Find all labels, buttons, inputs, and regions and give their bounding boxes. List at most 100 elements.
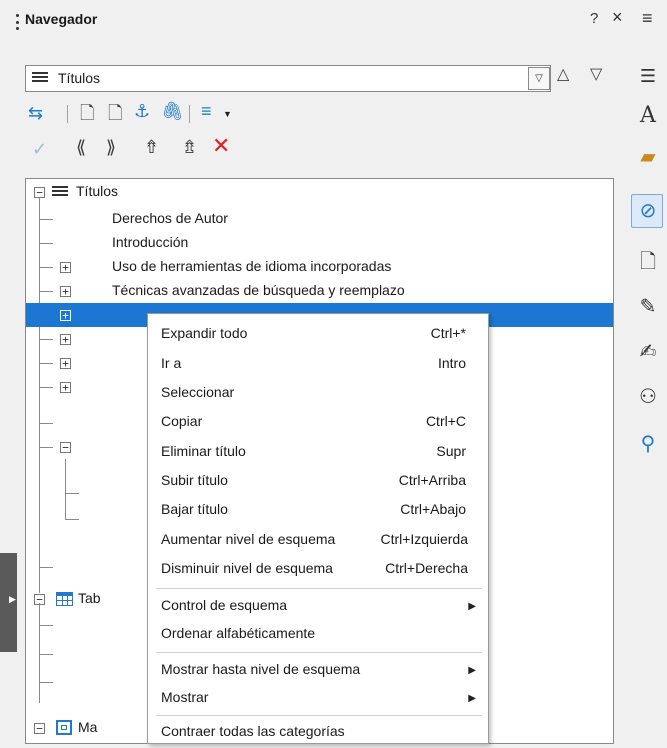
styles-icon[interactable]: A (636, 104, 660, 128)
tree-item-label: Técnicas avanzadas de búsqueda y reempla… (112, 282, 405, 298)
menu-item-sort-alphabetically[interactable]: Ordenar alfabéticamente (148, 620, 488, 650)
menu-item-shortcut: Ctrl+Arriba (398, 472, 466, 488)
demote-chapter-icon[interactable]: ⟫ (106, 137, 116, 157)
paperclip-icon[interactable]: 🖇 (161, 101, 184, 121)
tree-root-row[interactable]: − Títulos (26, 180, 613, 204)
menu-item-go-to[interactable]: Ir a Intro (148, 350, 488, 380)
tree-item[interactable]: Derechos de Autor (26, 207, 613, 231)
menu-item-promote-outline[interactable]: Aumentar nivel de esquema Ctrl+Izquierda (148, 526, 488, 556)
style-inspector-icon[interactable]: ✎ (636, 295, 660, 319)
menu-item-label: Subir título (161, 472, 228, 488)
menu-item-label: Mostrar hasta nivel de esquema (161, 661, 361, 677)
tree-item-label: Uso de herramientas de idioma incorporad… (112, 258, 392, 274)
menu-item-shortcut: Supr (436, 443, 466, 459)
close-button[interactable]: × (612, 7, 623, 28)
tree-connector (39, 567, 53, 568)
heading-levels-icon[interactable]: ≡ (201, 101, 212, 121)
header-icon[interactable]: 🗋 (80, 103, 94, 123)
gallery-icon[interactable]: ▰ (636, 145, 660, 169)
tree-connector (39, 625, 53, 626)
expand-icon[interactable]: + (60, 358, 71, 369)
previous-object-button[interactable]: △ (557, 64, 569, 84)
tree-connector (65, 493, 79, 494)
tree-item[interactable]: + Uso de herramientas de idioma incorpor… (26, 255, 613, 279)
menu-item-outline-tracking[interactable]: Control de esquema ▶ (148, 592, 488, 622)
menu-item-shortcut: Ctrl+* (430, 325, 466, 341)
menu-item-label: Bajar título (161, 501, 228, 517)
find-icon[interactable]: ⚲ (636, 432, 660, 456)
menu-item-shortcut: Ctrl+Derecha (385, 560, 468, 576)
expand-icon[interactable]: + (60, 334, 71, 345)
toolbar-separator (67, 105, 68, 123)
menu-item-demote-outline[interactable]: Disminuir nivel de esquema Ctrl+Derecha (148, 555, 488, 585)
table-icon (56, 592, 73, 606)
menu-item-shortcut: Ctrl+Izquierda (380, 531, 468, 547)
tree-item-label: Derechos de Autor (112, 210, 228, 226)
manage-changes-icon[interactable]: ✍ (636, 340, 660, 364)
menu-separator (156, 588, 482, 589)
tree-connector (39, 603, 40, 703)
tree-connector (39, 654, 53, 655)
chevron-right-icon[interactable]: ▶ (9, 594, 16, 605)
tree-category-label: Ma (78, 719, 98, 735)
content-navigation-view-icon[interactable]: ⇆ (28, 103, 43, 123)
menu-item-expand-all[interactable]: Expandir todo Ctrl+* (148, 320, 488, 350)
collapse-icon[interactable]: − (34, 187, 45, 198)
menu-item-move-heading-down[interactable]: Bajar título Ctrl+Abajo (148, 496, 488, 526)
menu-item-label: Control de esquema (161, 597, 288, 613)
content-type-select[interactable]: Títulos ▽ (25, 65, 551, 92)
menu-item-copy[interactable]: Copiar Ctrl+C (148, 408, 488, 438)
navigator-icon[interactable]: ⊘ (636, 199, 660, 223)
drag-grip-icon[interactable] (15, 14, 19, 30)
menu-item-label: Ordenar alfabéticamente (161, 625, 316, 641)
context-menu: Expandir todo Ctrl+* Ir a Intro Seleccio… (147, 313, 489, 744)
expand-icon[interactable]: + (60, 310, 71, 321)
expand-icon[interactable]: + (60, 286, 71, 297)
tree-item[interactable]: Introducción (26, 231, 613, 255)
panel-title: Navegador (25, 11, 98, 27)
frame-icon (56, 720, 72, 735)
menu-separator (156, 715, 482, 716)
demote-level-icon[interactable]: ⇯ (182, 137, 197, 157)
tree-connector (65, 459, 66, 519)
menu-item-label: Eliminar título (161, 443, 246, 459)
menu-item-label: Copiar (161, 413, 203, 429)
menu-item-select[interactable]: Seleccionar (148, 379, 488, 409)
design-icon[interactable]: ⚇ (636, 385, 660, 409)
content-type-value: Títulos (58, 70, 101, 86)
submenu-arrow-icon: ▶ (468, 601, 476, 612)
delete-icon[interactable]: ✕ (212, 135, 230, 157)
menu-item-move-heading-up[interactable]: Subir título Ctrl+Arriba (148, 467, 488, 497)
promote-level-icon[interactable]: ⇮ (144, 137, 159, 157)
toolbar-separator (189, 105, 190, 123)
menu-item-shortcut: Ctrl+Abajo (400, 501, 466, 517)
tree-connector (65, 519, 79, 520)
chevron-down-icon[interactable]: ▽ (528, 67, 550, 90)
dropdown-arrow-icon[interactable]: ▼ (223, 109, 232, 119)
menu-item-shortcut: Intro (437, 355, 466, 371)
panel-header: Navegador ? × ≡ (0, 0, 667, 44)
next-object-button[interactable]: ▽ (590, 64, 602, 84)
menu-item-outline-level[interactable]: Mostrar hasta nivel de esquema ▶ (148, 656, 488, 686)
headings-list-icon (52, 186, 68, 196)
properties-icon[interactable]: ☰ (636, 64, 660, 88)
tree-item[interactable]: + Técnicas avanzadas de búsqueda y reemp… (26, 279, 613, 303)
expand-icon[interactable]: + (60, 382, 71, 393)
help-button[interactable]: ? (590, 10, 598, 27)
tree-root-label: Títulos (76, 183, 119, 199)
panel-menu-button[interactable]: ≡ (642, 8, 653, 29)
menu-item-display[interactable]: Mostrar ▶ (148, 684, 488, 714)
page-icon[interactable]: 🗋 (636, 250, 660, 274)
menu-item-shortcut: Ctrl+C (425, 413, 466, 429)
collapse-icon[interactable]: − (34, 723, 45, 734)
menu-item-label: Contraer todas las categorías (161, 723, 345, 739)
footer-icon[interactable]: 🗋 (108, 103, 122, 123)
menu-separator (156, 652, 482, 653)
submenu-arrow-icon: ▶ (468, 665, 476, 676)
collapse-icon[interactable]: − (60, 442, 71, 453)
menu-item-label: Seleccionar (161, 384, 235, 400)
expand-icon[interactable]: + (60, 262, 71, 273)
menu-item-delete-heading[interactable]: Eliminar título Supr (148, 438, 488, 468)
promote-chapter-icon[interactable]: ⟪ (76, 137, 86, 157)
anchor-icon[interactable]: ⚓ (134, 101, 150, 121)
